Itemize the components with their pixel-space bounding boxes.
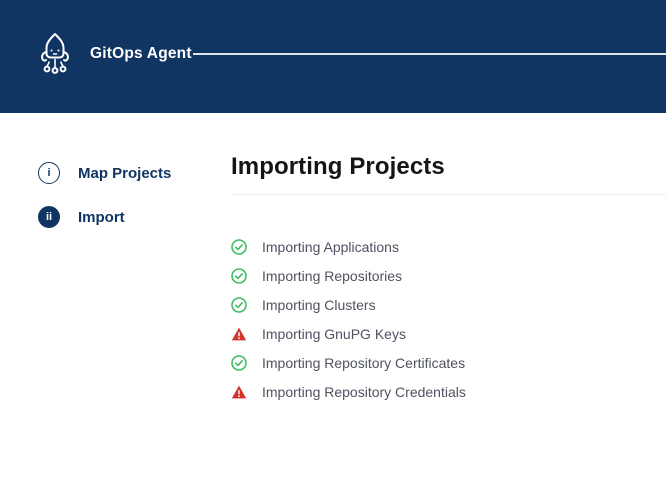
status-row: Importing GnuPG Keys <box>231 319 666 348</box>
warning-triangle-icon <box>231 326 247 342</box>
app-header: GitOps Agent <box>0 0 666 113</box>
step-two-indicator-icon: ii <box>38 206 60 228</box>
wizard-body: i Map Projects ii Import Importing Proje… <box>0 113 666 483</box>
page-title: Importing Projects <box>231 153 666 181</box>
sidebar-item-map-projects[interactable]: i Map Projects <box>38 162 231 184</box>
status-row: Importing Repositories <box>231 261 666 290</box>
header-divider-line <box>193 53 666 55</box>
status-label: Importing Repository Certificates <box>262 355 465 371</box>
status-row: Importing Repository Certificates <box>231 348 666 377</box>
check-circle-icon <box>231 268 247 284</box>
sidebar-item-label: Import <box>78 209 125 226</box>
sidebar-item-import[interactable]: ii Import <box>38 206 231 228</box>
warning-triangle-icon <box>231 384 247 400</box>
app-title: GitOps Agent <box>90 45 192 63</box>
status-row: Importing Repository Credentials <box>231 377 666 406</box>
status-label: Importing Clusters <box>262 297 376 313</box>
wizard-steps-sidebar: i Map Projects ii Import <box>0 113 231 483</box>
check-circle-icon <box>231 355 247 371</box>
main-panel: Importing Projects Importing Application… <box>231 113 666 483</box>
status-label: Importing Repositories <box>262 268 402 284</box>
check-circle-icon <box>231 297 247 313</box>
status-list: Importing Applications Importing Reposit… <box>231 232 666 406</box>
status-row: Importing Applications <box>231 232 666 261</box>
status-label: Importing GnuPG Keys <box>262 326 406 342</box>
title-divider <box>231 194 666 195</box>
status-label: Importing Repository Credentials <box>262 384 466 400</box>
check-circle-icon <box>231 239 247 255</box>
octopus-logo-icon <box>36 32 74 78</box>
status-row: Importing Clusters <box>231 290 666 319</box>
sidebar-item-label: Map Projects <box>78 165 171 182</box>
status-label: Importing Applications <box>262 239 399 255</box>
step-one-indicator-icon: i <box>38 162 60 184</box>
